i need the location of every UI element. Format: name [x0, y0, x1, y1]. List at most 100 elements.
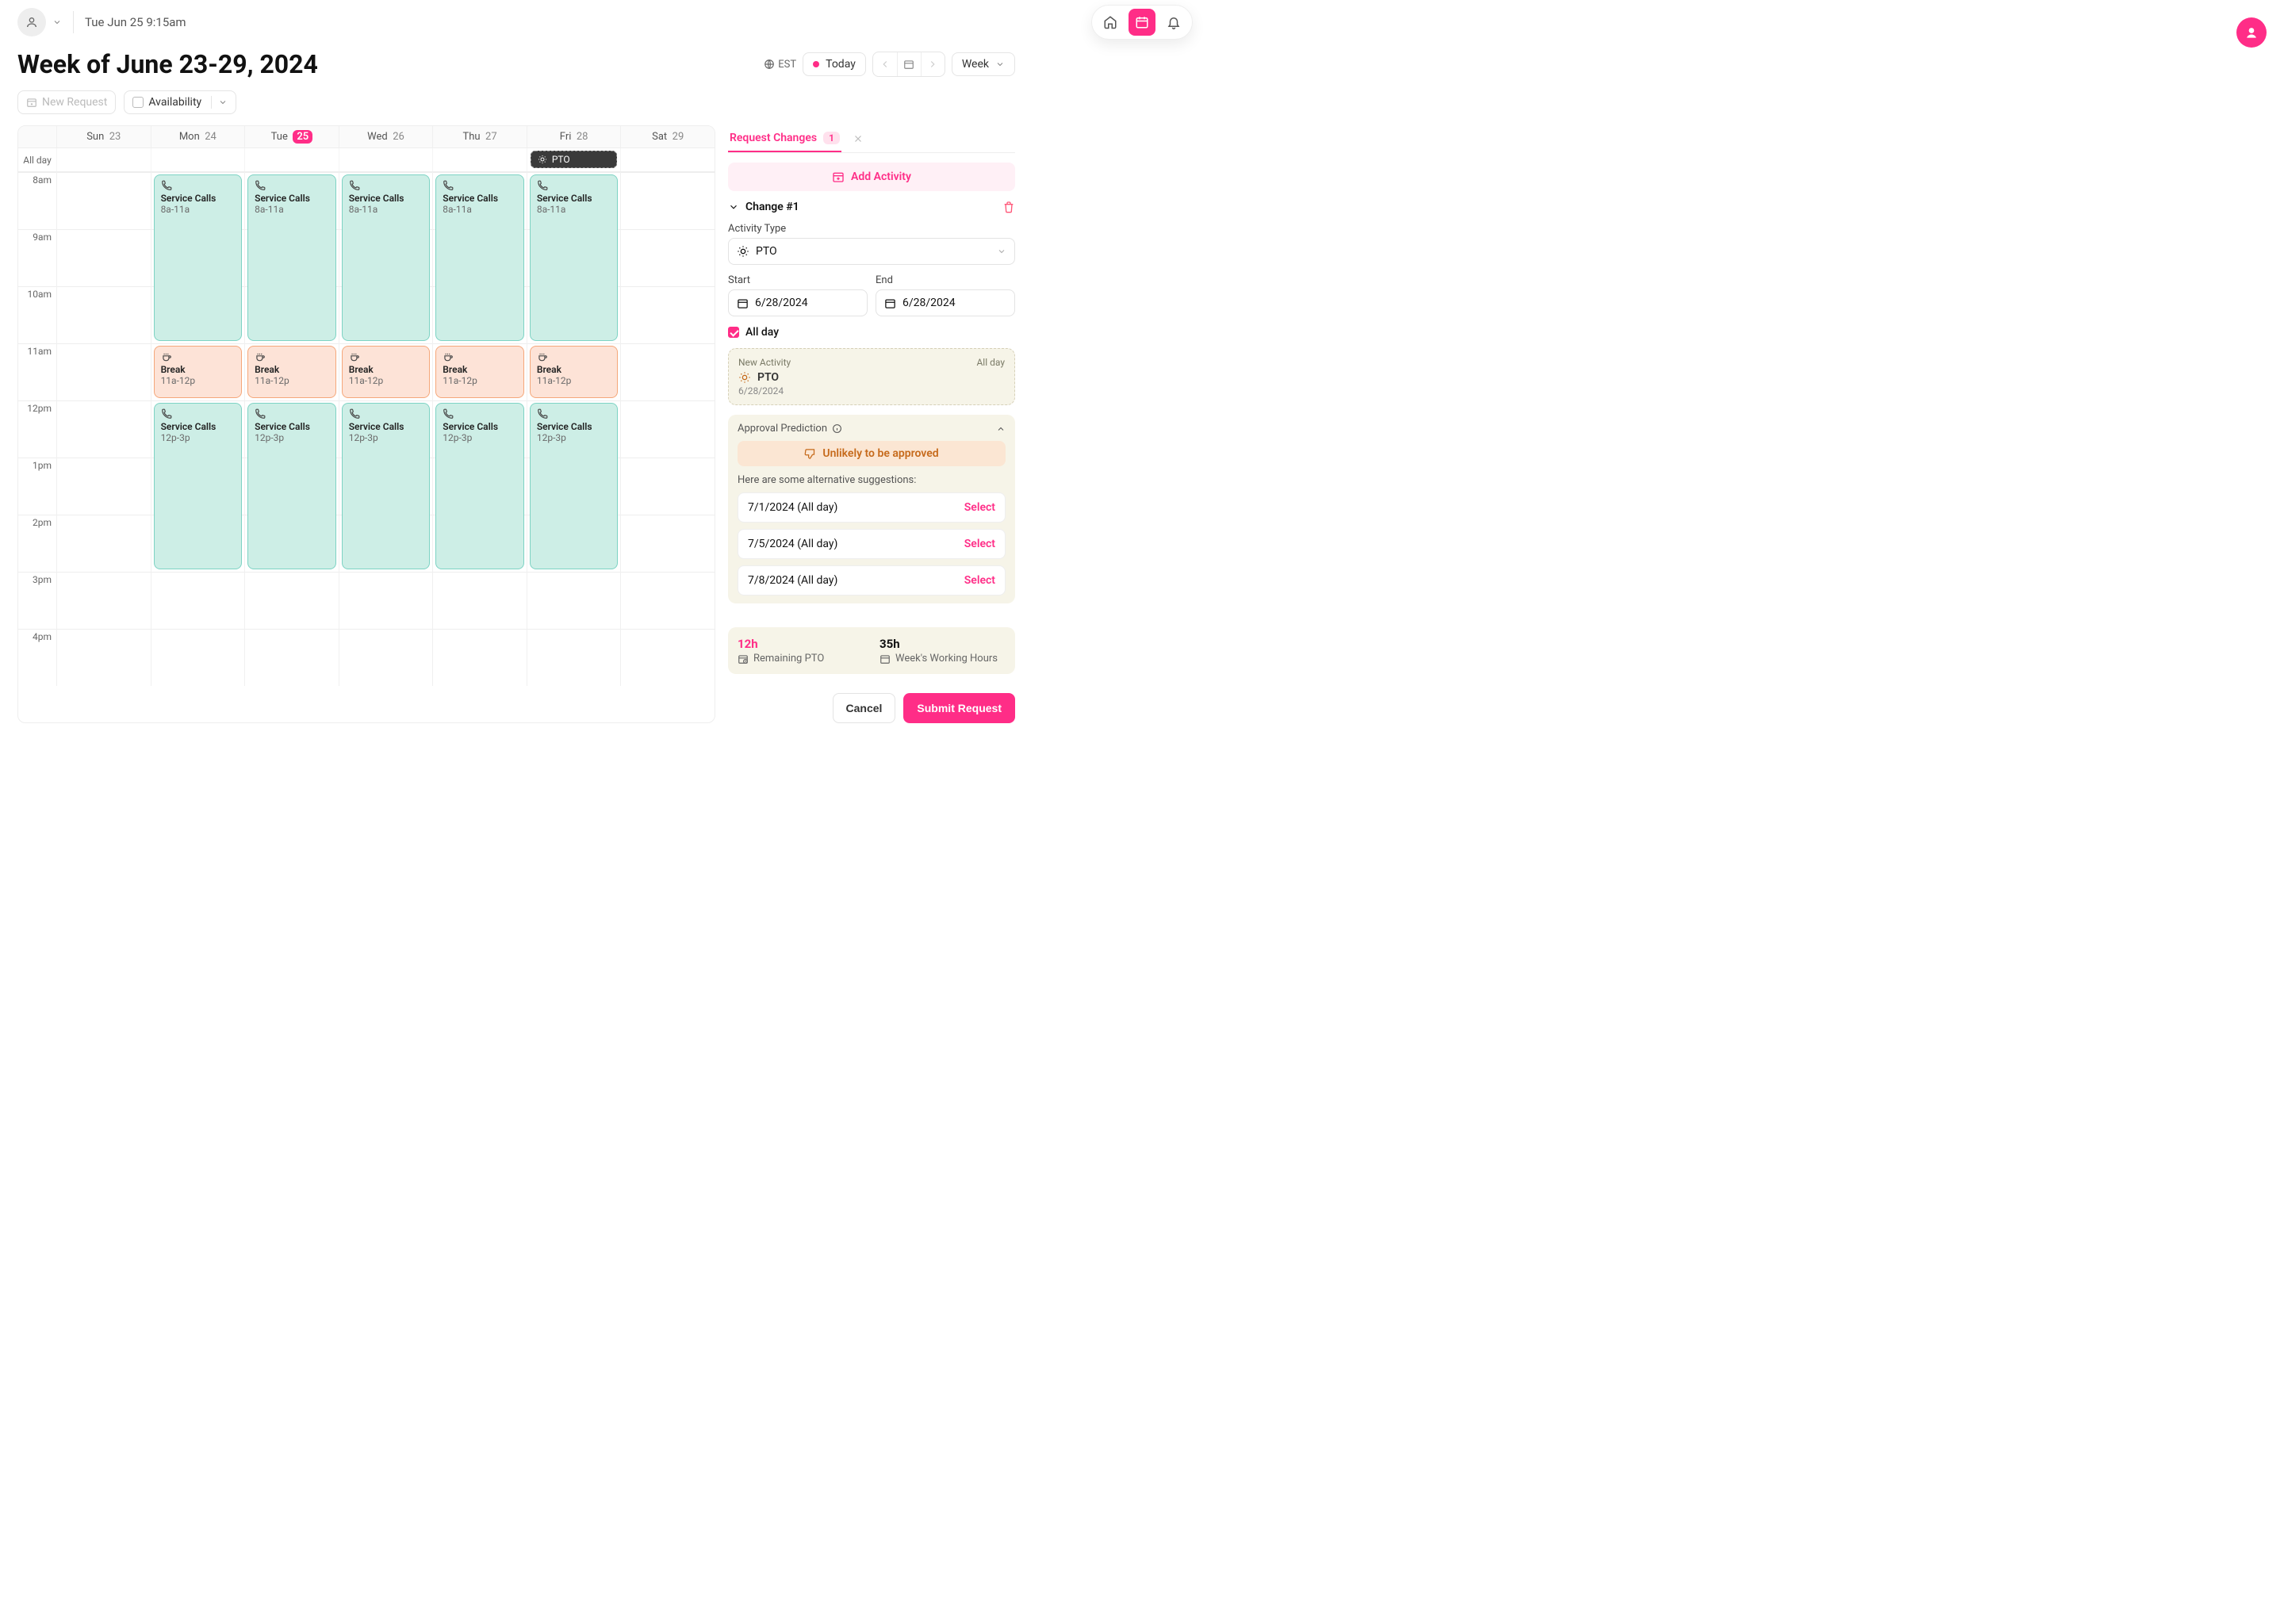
suggestion-select-button[interactable]: Select	[964, 501, 995, 514]
allday-label: All day	[745, 326, 779, 339]
phone-icon	[443, 180, 454, 191]
suggestion-select-button[interactable]: Select	[964, 538, 995, 550]
tab-request-changes[interactable]: Request Changes 1	[728, 125, 841, 152]
sun-icon	[538, 155, 547, 164]
allday-checkbox[interactable]	[728, 327, 739, 338]
close-icon	[853, 133, 864, 144]
allday-cell[interactable]	[620, 148, 715, 171]
allday-cell[interactable]	[244, 148, 339, 171]
event-break[interactable]: Break11a-12p	[435, 346, 524, 398]
date-picker-button[interactable]	[897, 52, 921, 76]
event-break[interactable]: Break11a-12p	[247, 346, 336, 398]
allday-cell[interactable]: PTO	[527, 148, 621, 171]
day-column[interactable]	[620, 172, 715, 686]
event-service-calls-pm[interactable]: Service Calls12p-3p	[342, 403, 431, 569]
tab-count: 1	[823, 132, 840, 144]
submit-button[interactable]: Submit Request	[903, 693, 1015, 723]
event-break[interactable]: Break11a-12p	[342, 346, 431, 398]
day-column[interactable]: Service Calls8a-11a Break11a-12p Service…	[339, 172, 433, 686]
suggestion-label: 7/8/2024 (All day)	[748, 574, 837, 587]
info-icon	[832, 423, 842, 434]
view-select[interactable]: Week	[952, 52, 1015, 76]
coffee-icon	[161, 351, 172, 362]
suggestion-row: 7/1/2024 (All day) Select	[738, 492, 1006, 523]
start-date-input[interactable]: 6/28/2024	[728, 289, 868, 316]
chevron-down-icon	[52, 17, 62, 27]
activity-type-select[interactable]: PTO	[728, 238, 1015, 265]
day-column[interactable]: Service Calls8a-11a Break11a-12p Service…	[527, 172, 621, 686]
allday-cell[interactable]	[432, 148, 527, 171]
phone-icon	[349, 180, 360, 191]
event-service-calls-pm[interactable]: Service Calls12p-3p	[435, 403, 524, 569]
phone-icon	[255, 180, 266, 191]
chevron-left-icon	[879, 59, 891, 70]
remaining-pto-label: Remaining PTO	[753, 653, 824, 665]
request-panel: Request Changes 1 Add Activity Change #1…	[728, 125, 1015, 723]
user-icon	[25, 16, 38, 29]
approval-header[interactable]: Approval Prediction	[738, 423, 1006, 435]
start-date-value: 6/28/2024	[755, 297, 808, 309]
allday-event-pto[interactable]: PTO	[531, 151, 618, 168]
availability-label: Availability	[148, 96, 201, 109]
logo-icon	[2244, 25, 2259, 40]
delete-change-button[interactable]	[1002, 201, 1015, 213]
coffee-icon	[255, 351, 266, 362]
suggestion-select-button[interactable]: Select	[964, 574, 995, 587]
next-week-button[interactable]	[921, 52, 945, 76]
allday-cell[interactable]	[339, 148, 433, 171]
calendar-icon	[903, 59, 914, 70]
close-panel-button[interactable]	[849, 130, 867, 147]
new-request-button[interactable]: New Request	[17, 90, 116, 114]
day-column[interactable]: Service Calls8a-11a Break11a-12p Service…	[151, 172, 245, 686]
event-break[interactable]: Break11a-12p	[530, 346, 619, 398]
event-service-calls-pm[interactable]: Service Calls12p-3p	[154, 403, 243, 569]
suggestion-row: 7/5/2024 (All day) Select	[738, 529, 1006, 559]
time-label: 11am	[18, 343, 56, 400]
chevron-down-icon	[995, 59, 1005, 69]
divider	[73, 11, 74, 33]
event-service-calls-am[interactable]: Service Calls8a-11a	[530, 174, 619, 341]
day-column[interactable]: Service Calls8a-11a Break11a-12p Service…	[432, 172, 527, 686]
nav-calendar[interactable]	[1129, 9, 1155, 36]
event-service-calls-am[interactable]: Service Calls8a-11a	[247, 174, 336, 341]
event-service-calls-am[interactable]: Service Calls8a-11a	[435, 174, 524, 341]
add-activity-label: Add Activity	[851, 170, 911, 183]
time-label: 9am	[18, 229, 56, 286]
prev-week-button[interactable]	[873, 52, 897, 76]
day-column[interactable]: Service Calls8a-11a Break11a-12p Service…	[244, 172, 339, 686]
globe-icon	[764, 59, 775, 70]
timezone[interactable]: EST	[764, 59, 796, 71]
trash-icon	[1002, 201, 1015, 213]
allday-cell[interactable]	[56, 148, 151, 171]
time-label: 2pm	[18, 515, 56, 572]
today-button[interactable]: Today	[803, 52, 866, 76]
change-header[interactable]: Change #1	[728, 201, 1015, 213]
allday-cell[interactable]	[151, 148, 245, 171]
profile-menu[interactable]	[17, 8, 62, 36]
today-label: Today	[826, 58, 856, 71]
app-logo[interactable]	[2236, 17, 2267, 48]
start-label: Start	[728, 274, 868, 286]
cancel-button[interactable]: Cancel	[833, 693, 896, 723]
event-service-calls-pm[interactable]: Service Calls12p-3p	[530, 403, 619, 569]
chevron-down-icon	[728, 201, 739, 213]
time-label: 10am	[18, 286, 56, 343]
event-service-calls-am[interactable]: Service Calls8a-11a	[342, 174, 431, 341]
nav-home[interactable]	[1097, 9, 1124, 36]
end-date-input[interactable]: 6/28/2024	[876, 289, 1015, 316]
calendar-icon	[884, 297, 896, 309]
phone-icon	[443, 408, 454, 419]
allday-toggle[interactable]: All day	[728, 326, 1015, 339]
availability-checkbox[interactable]	[132, 97, 144, 108]
time-label: 1pm	[18, 458, 56, 515]
activity-type-label: Activity Type	[728, 223, 1015, 235]
nav-notifications[interactable]	[1160, 9, 1187, 36]
add-activity-button[interactable]: Add Activity	[728, 163, 1015, 191]
availability-toggle[interactable]: Availability	[124, 90, 236, 114]
event-break[interactable]: Break11a-12p	[154, 346, 243, 398]
working-hours-label: Week's Working Hours	[895, 653, 998, 665]
event-service-calls-pm[interactable]: Service Calls12p-3p	[247, 403, 336, 569]
day-column[interactable]	[56, 172, 151, 686]
event-service-calls-am[interactable]: Service Calls8a-11a	[154, 174, 243, 341]
chevron-right-icon	[927, 59, 938, 70]
